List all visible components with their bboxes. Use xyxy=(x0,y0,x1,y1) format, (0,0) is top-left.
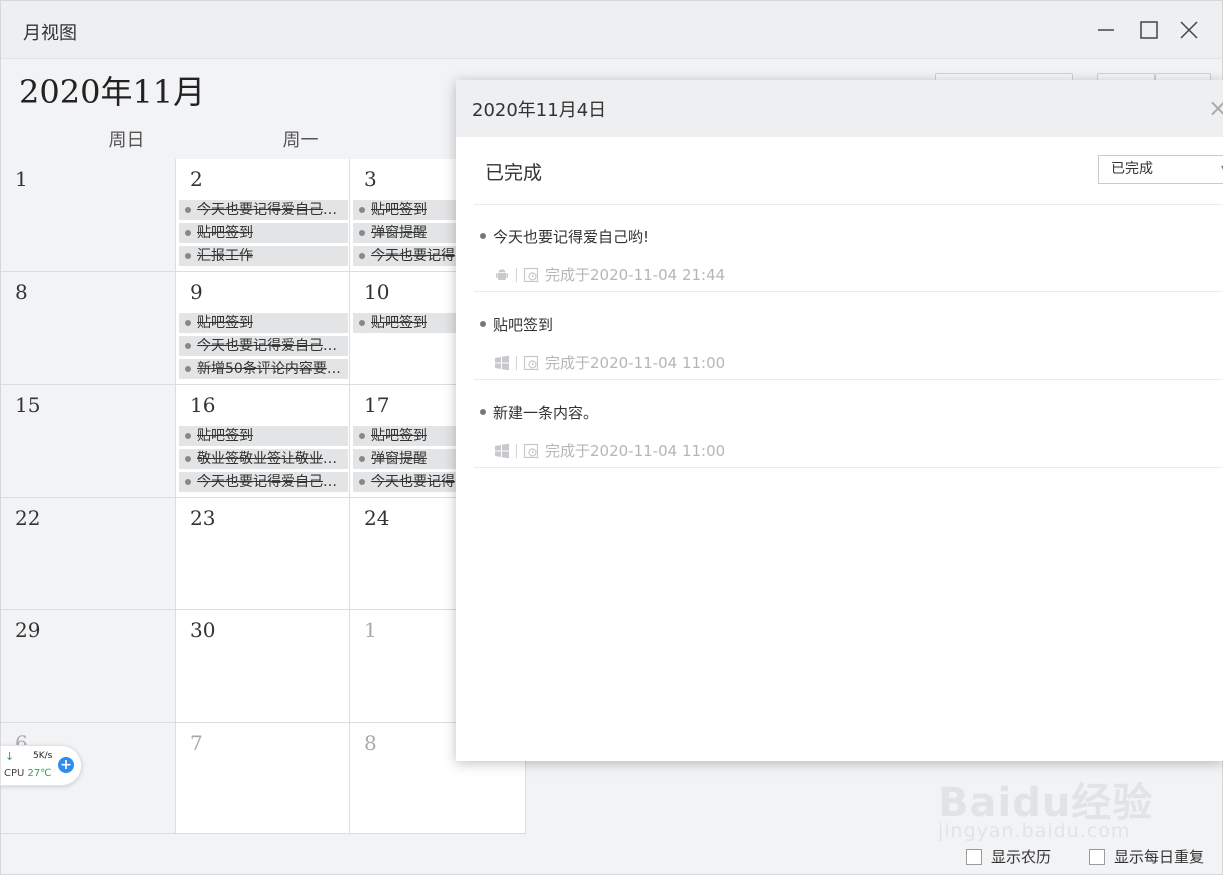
calendar-day-cell[interactable]: 23 xyxy=(176,498,350,610)
task-chip[interactable]: 贴吧签到 xyxy=(179,426,348,446)
day-number: 29 xyxy=(15,618,41,642)
calendar-day-cell[interactable]: 2 今天也要记得爱自己哟！ 贴吧签到汇报工作 xyxy=(176,159,350,272)
day-number: 10 xyxy=(364,280,390,304)
calendar-day-cell[interactable]: 1 xyxy=(1,159,176,272)
calendar-day-cell[interactable]: 16 贴吧签到敬业签敬业签让敬业更简单今天也要记得爱自己哟！ xyxy=(176,385,350,498)
windows-icon xyxy=(494,355,510,371)
day-number: 24 xyxy=(364,506,390,530)
meta-divider xyxy=(516,443,517,458)
meta-divider xyxy=(516,355,517,370)
day-number: 17 xyxy=(364,393,390,417)
calendar-day-cell[interactable]: 15 xyxy=(1,385,176,498)
day-number: 3 xyxy=(364,167,377,191)
day-number: 1 xyxy=(15,167,28,191)
cpu-readout: CPU 27℃ xyxy=(4,768,52,779)
day-detail-popup: 2020年11月4日 × 已完成 已完成 ▼ 今天也要记得爱自己哟! 完成于202… xyxy=(456,80,1223,761)
add-icon[interactable]: + xyxy=(58,757,74,773)
calendar-day-cell[interactable]: 7 xyxy=(176,723,350,834)
divider xyxy=(474,291,1223,292)
day-number: 8 xyxy=(364,731,377,755)
weekday-monday: 周一 xyxy=(282,130,319,151)
completed-item-title[interactable]: 贴吧签到 xyxy=(480,314,553,335)
task-chip[interactable]: 敬业签敬业签让敬业更简单 xyxy=(179,449,348,469)
task-chip[interactable]: 汇报工作 xyxy=(179,246,348,266)
window-title: 月视图 xyxy=(23,23,77,44)
completed-clock-icon xyxy=(523,267,539,283)
maximize-icon xyxy=(1140,21,1158,39)
task-chip[interactable]: 今天也要记得爱自己哟！ xyxy=(179,200,348,220)
day-number: 15 xyxy=(15,393,41,417)
task-chip[interactable]: 贴吧签到 xyxy=(179,313,348,333)
status-filter-select[interactable]: 已完成 ▼ xyxy=(1098,155,1223,184)
meta-divider xyxy=(516,267,517,282)
month-title: 2020年11月 xyxy=(19,73,206,111)
completed-clock-icon xyxy=(523,443,539,459)
calendar-day-cell[interactable]: 22 xyxy=(1,498,176,610)
maximize-button[interactable] xyxy=(1133,15,1163,45)
calendar-day-cell[interactable]: 30 xyxy=(176,610,350,723)
download-arrow-icon: ↓ xyxy=(5,750,15,763)
popup-date: 2020年11月4日 xyxy=(472,100,607,121)
day-number: 1 xyxy=(364,618,377,642)
task-chip[interactable]: 新增50条评论内容要发布 xyxy=(179,359,348,379)
section-title: 已完成 xyxy=(485,162,543,184)
day-number: 2 xyxy=(190,167,203,191)
calendar-day-cell[interactable]: 29 xyxy=(1,610,176,723)
windows-icon xyxy=(494,443,510,459)
completed-item-meta: 完成于2020-11-04 21:44 xyxy=(494,264,725,285)
task-chip[interactable]: 今天也要记得爱自己哟！ xyxy=(179,472,348,492)
android-icon xyxy=(494,267,510,283)
completed-clock-icon xyxy=(523,355,539,371)
divider xyxy=(474,204,1223,205)
day-number: 16 xyxy=(190,393,216,417)
day-number: 7 xyxy=(190,731,203,755)
completed-item-title[interactable]: 今天也要记得爱自己哟! xyxy=(480,226,649,247)
divider xyxy=(474,379,1223,380)
close-button[interactable] xyxy=(1174,15,1204,45)
day-number: 22 xyxy=(15,506,41,530)
completed-item-title[interactable]: 新建一条内容。 xyxy=(480,402,598,423)
minimize-button[interactable] xyxy=(1091,15,1121,45)
close-icon xyxy=(1180,21,1198,39)
calendar-day-cell[interactable]: 8 xyxy=(1,272,176,385)
task-chip[interactable]: 今天也要记得爱自己哟！ xyxy=(179,336,348,356)
completed-time: 完成于2020-11-04 11:00 xyxy=(545,354,726,372)
completed-time: 完成于2020-11-04 21:44 xyxy=(545,266,726,284)
weekday-sunday: 周日 xyxy=(108,130,145,151)
baidu-watermark: Baidu经验 jingyan.baidu.com xyxy=(938,742,1168,852)
calendar-day-cell[interactable]: 9 贴吧签到今天也要记得爱自己哟！ 新增50条评论内容要发布 xyxy=(176,272,350,385)
cpu-temp: 27℃ xyxy=(27,768,52,779)
completed-item-meta: 完成于2020-11-04 11:00 xyxy=(494,440,725,461)
cpu-label: CPU xyxy=(4,768,25,779)
completed-item-meta: 完成于2020-11-04 11:00 xyxy=(494,352,725,373)
completed-time: 完成于2020-11-04 11:00 xyxy=(545,442,726,460)
titlebar: 月视图 xyxy=(1,1,1222,59)
day-number: 23 xyxy=(190,506,216,530)
popup-header: 2020年11月4日 × xyxy=(456,80,1223,137)
popup-close-icon[interactable]: × xyxy=(1208,94,1223,122)
day-number: 9 xyxy=(190,280,203,304)
day-number: 8 xyxy=(15,280,28,304)
task-chip[interactable]: 贴吧签到 xyxy=(179,223,348,243)
minimize-icon xyxy=(1098,29,1114,31)
divider xyxy=(474,467,1223,468)
network-speed: 5K/s xyxy=(33,751,53,761)
system-monitor-widget[interactable]: ↓ 5K/s CPU 27℃ + xyxy=(0,745,82,786)
day-number: 30 xyxy=(190,618,216,642)
status-filter-value: 已完成 xyxy=(1111,161,1153,177)
watermark-url: jingyan.baidu.com xyxy=(938,820,1131,842)
